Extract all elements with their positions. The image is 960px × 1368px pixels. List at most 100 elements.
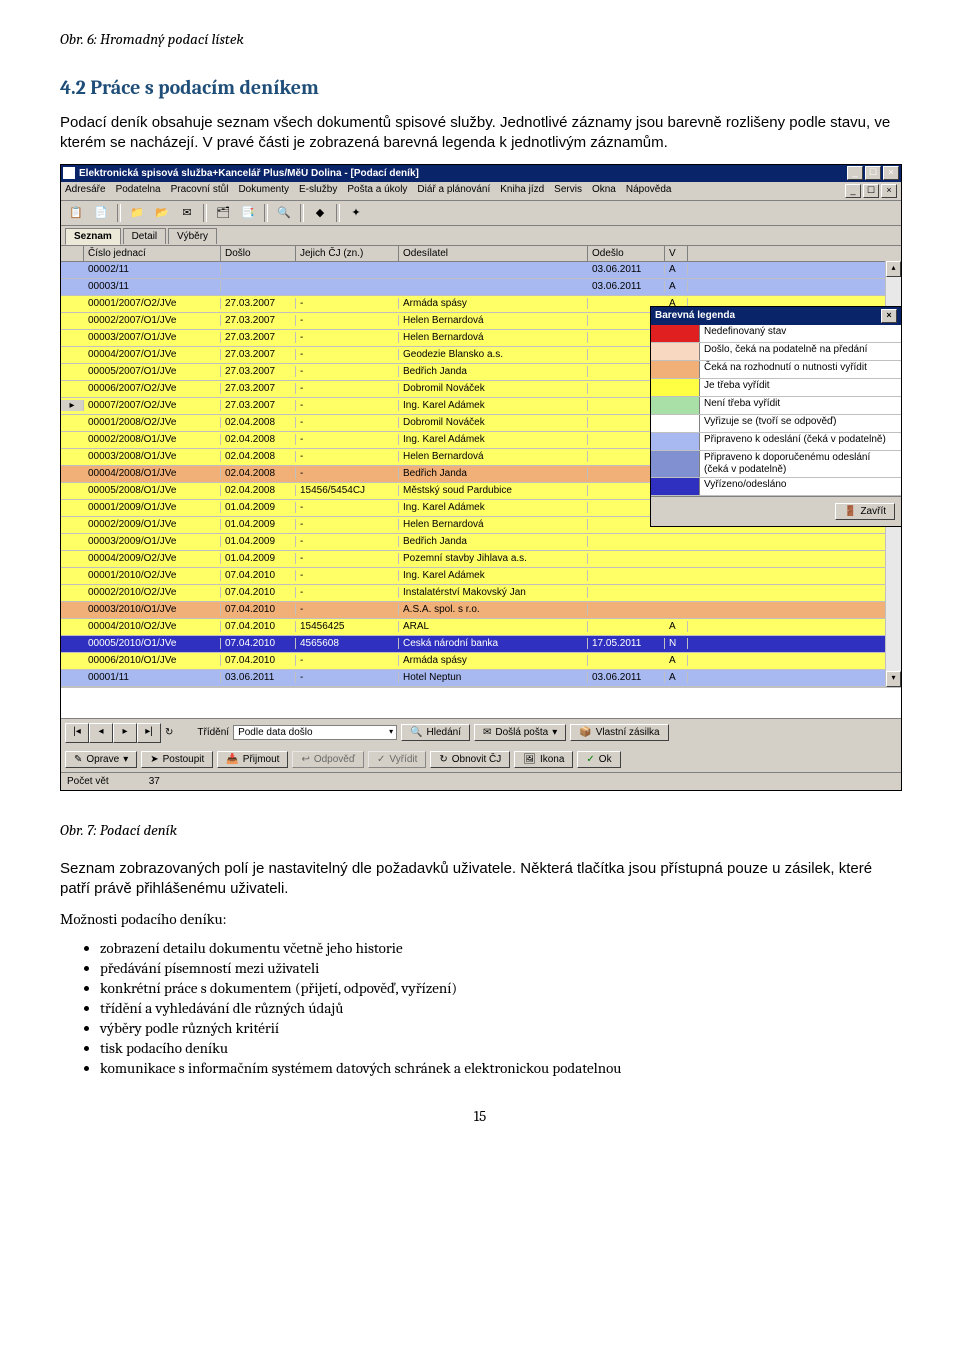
tab-detail[interactable]: Detail [123,228,167,244]
legend-text: Nedefinovaný stav [700,325,901,342]
menu-bar: Adresáře Podatelna Pracovní stůl Dokumen… [61,182,901,201]
menu-kniha-jizd[interactable]: Kniha jízd [500,184,544,198]
cell-odeslo: 03.06.2011 [588,264,665,275]
ok-button[interactable]: ✓Ok [577,751,620,768]
table-row[interactable]: 00002/2010/O2/JVe07.04.2010-Instalatérst… [61,585,901,602]
nav-prev-button[interactable]: ◂ [89,723,113,743]
cell-odesilatel: Helen Bernardová [399,451,588,462]
table-row[interactable]: 00002/1103.06.2011A [61,262,901,279]
grid-header: Číslo jednací Došlo Jejich ČJ (zn.) Odes… [61,246,901,262]
cell-doslo: 27.03.2007 [221,366,296,377]
ikona-button[interactable]: 🖼Ikona [514,751,573,768]
sort-select[interactable]: Podle data došlo [233,725,397,740]
check-icon: ✓ [377,754,385,765]
table-row[interactable]: 00006/2010/O1/JVe07.04.2010-Armáda spásy… [61,653,901,670]
legend-close-icon[interactable]: × [881,309,897,323]
menu-servis[interactable]: Servis [554,184,582,198]
hledani-button[interactable]: 🔍Hledání [401,724,470,741]
scroll-down-icon[interactable]: ▾ [886,671,901,687]
menu-dokumenty[interactable]: Dokumenty [238,184,289,198]
table-row[interactable]: 00004/2010/O2/JVe07.04.201015456425ARALA [61,619,901,636]
tab-vybery[interactable]: Výběry [168,228,217,244]
tab-seznam[interactable]: Seznam [65,228,121,245]
obnovit-cj-button[interactable]: ↻Obnovit ČJ [430,751,510,768]
menu-esluzby[interactable]: E-služby [299,184,337,198]
toolbar-icon[interactable]: 🔍 [273,203,295,223]
col-v[interactable]: V [665,246,688,261]
menu-diar[interactable]: Diář a plánování [417,184,490,198]
table-row[interactable]: 00001/1103.06.2011-Hotel Neptun03.06.201… [61,670,901,687]
cell-doslo: 27.03.2007 [221,349,296,360]
figure-7-caption: Obr. 7: Podací deník [60,821,900,839]
package-icon: 📦 [579,727,591,738]
mdi-maximize-button[interactable]: ☐ [863,184,879,198]
toolbar-icon[interactable]: 📂 [151,203,173,223]
oprave-button[interactable]: ✎Oprave▾ [65,751,137,768]
mdi-minimize-button[interactable]: _ [845,184,861,198]
cell-odesilatel: Ing. Karel Adámek [399,570,588,581]
cell-cj: 00001/2008/O2/JVe [84,417,221,428]
col-cislo-jednaci[interactable]: Číslo jednací [84,246,221,261]
toolbar-icon[interactable]: 📑 [237,203,259,223]
cell-jcj: - [296,519,399,530]
nav-next-button[interactable]: ▸ [113,723,137,743]
table-row[interactable]: 00004/2009/O2/JVe01.04.2009-Pozemní stav… [61,551,901,568]
toolbar-icon[interactable]: 📄 [90,203,112,223]
toolbar-icon[interactable]: 🗂 [212,203,234,223]
table-row[interactable]: 00005/2010/O1/JVe07.04.20104565608Česká … [61,636,901,653]
table-row[interactable]: 00001/2010/O2/JVe07.04.2010-Ing. Karel A… [61,568,901,585]
cell-jcj: - [296,468,399,479]
legend-close-button[interactable]: 🚪 Zavřít [835,503,895,520]
cell-jcj: - [296,587,399,598]
menu-adresare[interactable]: Adresáře [65,184,106,198]
legend-color-swatch [651,325,700,342]
table-row[interactable]: 00003/2009/O1/JVe01.04.2009-Bedřich Jand… [61,534,901,551]
cell-v: A [665,264,688,275]
toolbar-icon[interactable]: ✦ [345,203,367,223]
col-jejich-cj[interactable]: Jejich ČJ (zn.) [296,246,399,261]
cell-jcj: - [296,553,399,564]
forward-icon: ➤ [150,754,158,765]
menu-posta-ukoly[interactable]: Pošta a úkoly [347,184,407,198]
cell-odesilatel: Helen Bernardová [399,332,588,343]
menu-podatelna[interactable]: Podatelna [116,184,161,198]
cell-odesilatel: Helen Bernardová [399,315,588,326]
menu-napoveda[interactable]: Nápověda [626,184,672,198]
close-button[interactable]: × [883,166,899,180]
toolbar-icon[interactable]: ✉ [176,203,198,223]
mdi-close-button[interactable]: × [881,184,897,198]
dosla-posta-button[interactable]: ✉Došlá pošta▾ [474,724,566,741]
cell-jcj: - [296,400,399,411]
col-doslo[interactable]: Došlo [221,246,296,261]
nav-first-button[interactable]: |◂ [65,723,89,743]
refresh-icon: ↻ [439,754,447,765]
scroll-up-icon[interactable]: ▴ [886,261,901,277]
legend-color-swatch [651,361,700,378]
toolbar-icon[interactable]: ◆ [309,203,331,223]
maximize-button[interactable]: ☐ [865,166,881,180]
cell-jcj: 4565608 [296,638,399,649]
record-count-label: Počet vět [67,776,109,787]
nav-refresh-button[interactable]: ↻ [165,727,173,738]
table-row[interactable]: 00003/2010/O1/JVe07.04.2010-A.S.A. spol.… [61,602,901,619]
odpoved-button: ↩Odpověď [292,751,364,768]
menu-pracovni-stul[interactable]: Pracovní stůl [171,184,229,198]
col-odesilatel[interactable]: Odesílatel [399,246,588,261]
legend-text: Připraveno k odeslání (čeká v podatelně) [700,433,901,450]
postoupit-button[interactable]: ➤Postoupit [141,751,213,768]
toolbar-icon[interactable]: 📁 [126,203,148,223]
toolbar-icon[interactable]: 📋 [65,203,87,223]
col-odeslo[interactable]: Odešlo [588,246,665,261]
cell-jcj: - [296,451,399,462]
legend-color-swatch [651,415,700,432]
cell-cj: 00003/2009/O1/JVe [84,536,221,547]
list-item: konkrétní práce s dokumentem (přijetí, o… [100,979,900,997]
prijmout-button[interactable]: 📥Přijmout [217,751,288,768]
cell-doslo: 27.03.2007 [221,315,296,326]
minimize-button[interactable]: _ [847,166,863,180]
menu-okna[interactable]: Okna [592,184,616,198]
nav-last-button[interactable]: ▸| [137,723,161,743]
vlastni-zasilka-button[interactable]: 📦Vlastní zásilka [570,724,668,741]
cell-doslo: 07.04.2010 [221,621,296,632]
table-row[interactable]: 00003/1103.06.2011A [61,279,901,296]
